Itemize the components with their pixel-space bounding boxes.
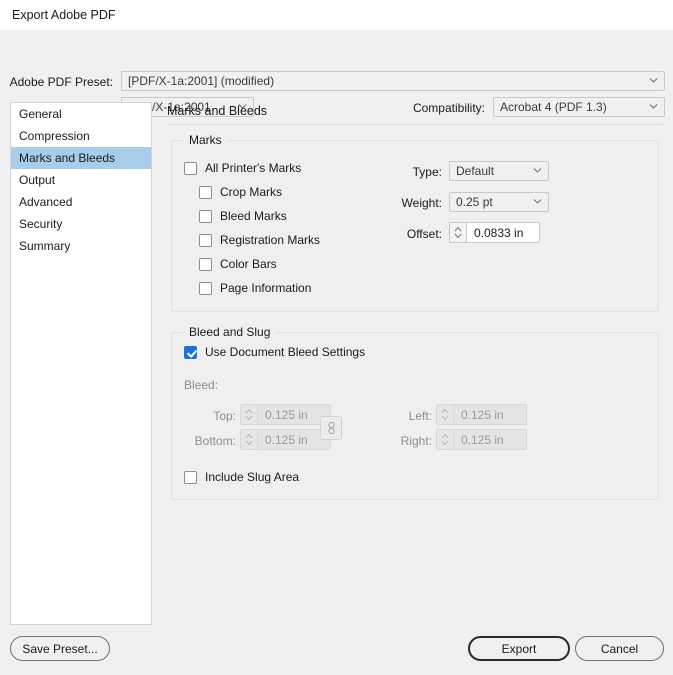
stepper-arrows-icon[interactable] bbox=[240, 404, 257, 425]
save-preset-button[interactable]: Save Preset... bbox=[10, 636, 110, 661]
page-information-row[interactable]: Page Information bbox=[199, 281, 311, 295]
color-bars-checkbox[interactable] bbox=[199, 257, 212, 271]
window-titlebar: Export Adobe PDF bbox=[0, 0, 673, 30]
preset-toolbar: Adobe PDF Preset: [PDF/X-1a:2001] (modif… bbox=[0, 30, 673, 117]
chevron-down-icon bbox=[649, 76, 658, 85]
stepper-arrows-icon[interactable] bbox=[436, 429, 453, 450]
panel-title: Marks and Bleeds bbox=[167, 104, 268, 118]
color-bars-label: Color Bars bbox=[220, 257, 277, 271]
marks-group-legend: Marks bbox=[184, 133, 227, 147]
marks-type-value: Default bbox=[456, 164, 495, 178]
stepper-arrows-icon[interactable] bbox=[436, 404, 453, 425]
adobe-pdf-preset-label: Adobe PDF Preset: bbox=[9, 75, 113, 89]
export-label: Export bbox=[501, 641, 537, 656]
page-information-label: Page Information bbox=[220, 281, 312, 295]
bleed-bottom-label: Bottom: bbox=[194, 434, 236, 448]
bleed-right-stepper[interactable]: 0.125 in bbox=[436, 429, 527, 450]
bleed-top-label: Top: bbox=[213, 409, 236, 423]
marks-type-combobox[interactable]: Default bbox=[449, 161, 549, 181]
sidebar-item-security[interactable]: Security bbox=[11, 213, 151, 235]
window-title: Export Adobe PDF bbox=[12, 8, 116, 22]
cancel-button[interactable]: Cancel bbox=[575, 636, 664, 661]
crop-marks-row[interactable]: Crop Marks bbox=[199, 185, 282, 199]
stepper-arrows-icon[interactable] bbox=[240, 429, 257, 450]
sidebar-item-summary[interactable]: Summary bbox=[11, 235, 151, 257]
link-bleed-values-button[interactable] bbox=[320, 416, 342, 440]
bleed-marks-row[interactable]: Bleed Marks bbox=[199, 209, 287, 223]
bleed-bottom-stepper[interactable]: 0.125 in bbox=[240, 429, 331, 450]
registration-marks-label: Registration Marks bbox=[220, 233, 321, 247]
marks-group: Marks All Printer's Marks Crop Marks Ble… bbox=[171, 133, 659, 312]
use-document-bleed-row[interactable]: Use Document Bleed Settings bbox=[184, 345, 365, 359]
panel-divider bbox=[167, 124, 663, 125]
marks-offset-label: Offset: bbox=[406, 227, 442, 241]
bleed-marks-label: Bleed Marks bbox=[220, 209, 287, 223]
marks-type-label: Type: bbox=[412, 165, 442, 179]
crop-marks-label: Crop Marks bbox=[220, 185, 283, 199]
chevron-down-icon bbox=[533, 166, 542, 175]
registration-marks-row[interactable]: Registration Marks bbox=[199, 233, 320, 247]
marks-weight-combobox[interactable]: 0.25 pt bbox=[449, 192, 549, 212]
settings-category-list[interactable]: General Compression Marks and Bleeds Out… bbox=[10, 102, 152, 625]
crop-marks-checkbox[interactable] bbox=[199, 185, 212, 199]
chain-link-icon bbox=[327, 422, 335, 434]
marks-weight-value: 0.25 pt bbox=[456, 195, 493, 209]
sidebar-item-advanced[interactable]: Advanced bbox=[11, 191, 151, 213]
bleed-left-label: Left: bbox=[408, 409, 432, 423]
sidebar-item-compression[interactable]: Compression bbox=[11, 125, 151, 147]
all-printers-marks-label: All Printer's Marks bbox=[205, 161, 302, 175]
all-printers-marks-checkbox[interactable] bbox=[184, 161, 197, 175]
marks-offset-stepper[interactable]: 0.0833 in bbox=[449, 222, 540, 243]
save-preset-label: Save Preset... bbox=[22, 641, 98, 656]
bleed-right-label: Right: bbox=[400, 434, 432, 448]
use-document-bleed-label: Use Document Bleed Settings bbox=[205, 345, 366, 359]
bleed-and-slug-group-legend: Bleed and Slug bbox=[184, 325, 276, 339]
bleed-left-value[interactable]: 0.125 in bbox=[453, 404, 527, 425]
cancel-label: Cancel bbox=[600, 641, 639, 656]
export-button[interactable]: Export bbox=[468, 636, 570, 661]
bleed-and-slug-group: Bleed and Slug Use Document Bleed Settin… bbox=[171, 325, 659, 500]
bleed-left-stepper[interactable]: 0.125 in bbox=[436, 404, 527, 425]
sidebar-item-general[interactable]: General bbox=[11, 103, 151, 125]
include-slug-area-checkbox[interactable] bbox=[184, 470, 197, 484]
use-document-bleed-checkbox[interactable] bbox=[184, 345, 197, 359]
adobe-pdf-preset-combobox[interactable]: [PDF/X-1a:2001] (modified) bbox=[121, 71, 665, 91]
adobe-pdf-preset-value: [PDF/X-1a:2001] (modified) bbox=[128, 74, 275, 88]
bleed-marks-checkbox[interactable] bbox=[199, 209, 212, 223]
color-bars-row[interactable]: Color Bars bbox=[199, 257, 277, 271]
include-slug-area-label: Include Slug Area bbox=[205, 470, 300, 484]
bleed-section-label: Bleed: bbox=[184, 378, 219, 392]
all-printers-marks-row[interactable]: All Printer's Marks bbox=[184, 161, 301, 175]
chevron-down-icon bbox=[533, 197, 542, 206]
marks-offset-value[interactable]: 0.0833 in bbox=[466, 222, 540, 243]
stepper-arrows-icon[interactable] bbox=[449, 222, 466, 243]
page-information-checkbox[interactable] bbox=[199, 281, 212, 295]
sidebar-item-output[interactable]: Output bbox=[11, 169, 151, 191]
sidebar-item-marks-and-bleeds[interactable]: Marks and Bleeds bbox=[11, 147, 151, 169]
registration-marks-checkbox[interactable] bbox=[199, 233, 212, 247]
bleed-right-value[interactable]: 0.125 in bbox=[453, 429, 527, 450]
marks-weight-label: Weight: bbox=[401, 196, 442, 210]
include-slug-area-row[interactable]: Include Slug Area bbox=[184, 470, 299, 484]
bleed-top-stepper[interactable]: 0.125 in bbox=[240, 404, 331, 425]
settings-panel: Marks and Bleeds Marks All Printer's Mar… bbox=[163, 102, 663, 625]
